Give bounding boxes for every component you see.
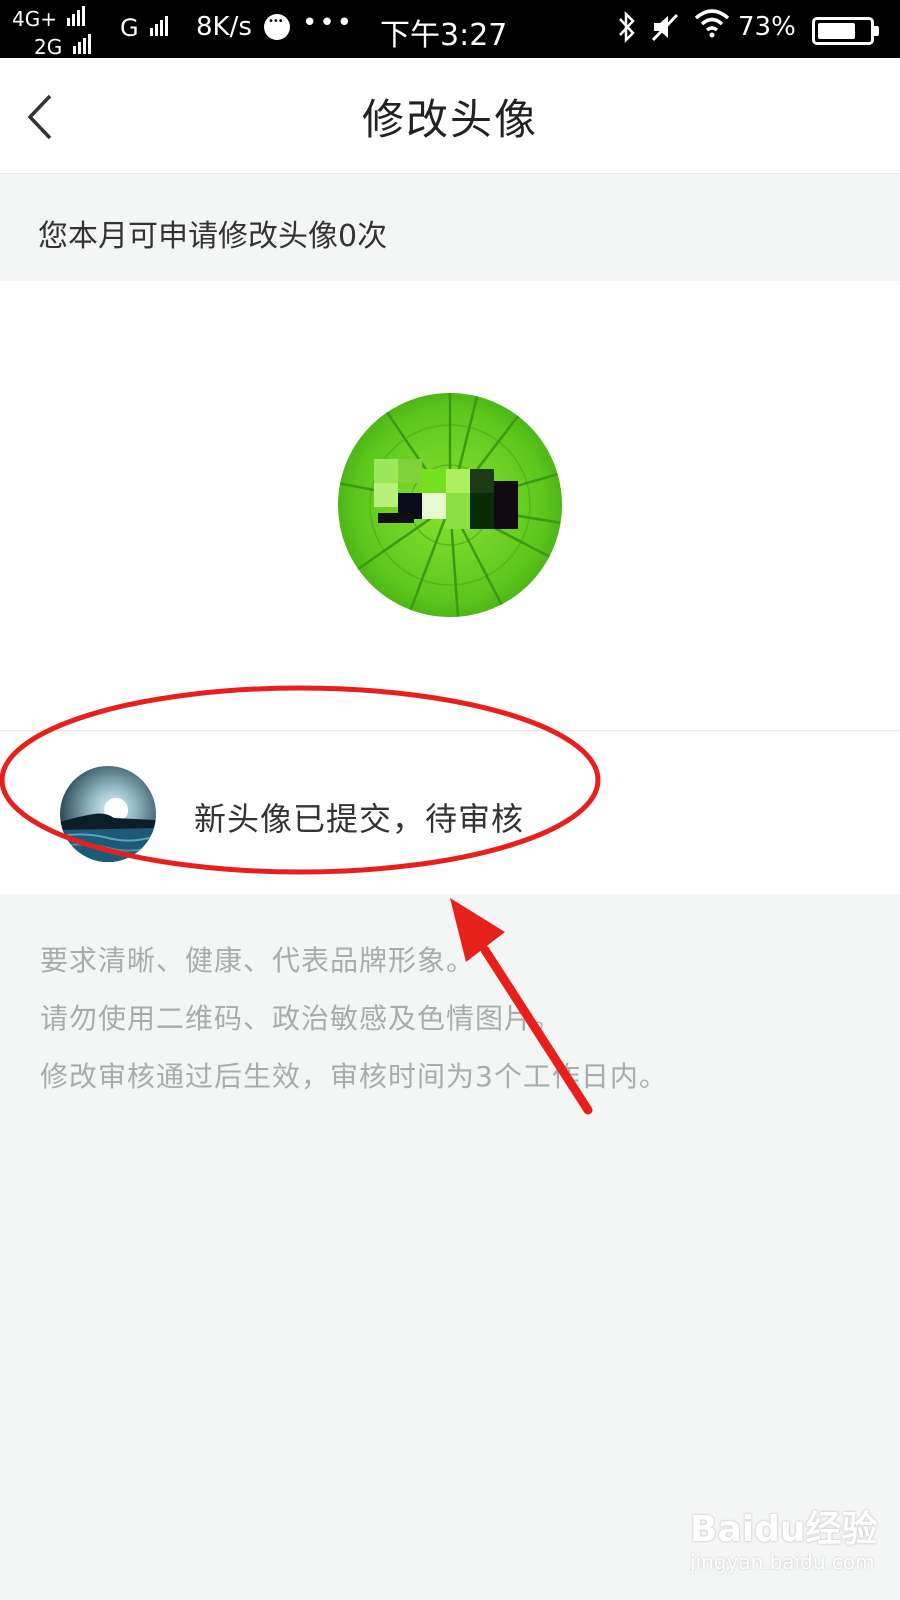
requirement-line: 修改审核通过后生效，审核时间为3个工作日内。 — [40, 1060, 668, 1093]
baidu-watermark: Baidu经验 jingyan.baidu.com — [690, 1500, 890, 1580]
battery-percent: 73% — [738, 12, 796, 42]
current-avatar[interactable] — [338, 393, 562, 617]
network-g-label: G — [120, 14, 139, 42]
signal-bars-icon — [150, 14, 170, 42]
pending-avatar-row: 新头像已提交，待审核 — [0, 732, 900, 894]
navigation-bar: 修改头像 — [0, 58, 900, 174]
avatar-requirements: 要求清晰、健康、代表品牌形象。 请勿使用二维码、政治敏感及色情图片。 修改审核通… — [40, 932, 880, 1106]
pending-status-text: 新头像已提交，待审核 — [194, 800, 525, 838]
requirement-line: 请勿使用二维码、政治敏感及色情图片。 — [40, 1002, 563, 1035]
watermark-brand: Baidu经验 — [690, 1509, 878, 1550]
network-indicator: 4G+ 2G — [12, 6, 91, 59]
more-notifications-icon: ••• — [302, 8, 355, 38]
current-avatar-section — [0, 281, 900, 731]
network-4g-label: 4G+ — [12, 7, 57, 31]
page-title: 修改头像 — [361, 95, 538, 144]
network-speed: 8K/s — [196, 12, 252, 42]
bluetooth-icon — [616, 10, 638, 51]
battery-fill — [818, 23, 855, 39]
signal-bars-icon — [67, 6, 87, 31]
requirement-line: 要求清晰、健康、代表品牌形象。 — [40, 944, 476, 977]
wifi-icon — [694, 8, 730, 45]
quota-notice: 您本月可申请修改头像0次 — [0, 175, 900, 281]
mute-icon — [650, 12, 680, 49]
network-g-indicator: G — [120, 14, 170, 42]
quota-text: 您本月可申请修改头像0次 — [38, 219, 388, 254]
network-2g-label: 2G — [34, 35, 63, 59]
status-bar: 4G+ 2G G 8K/s ••• 下午3:27 73% — [0, 0, 900, 59]
pending-avatar — [60, 766, 156, 862]
battery-icon — [812, 17, 879, 45]
clock: 下午3:27 — [380, 18, 508, 53]
watermark-url: jingyan.baidu.com — [690, 1550, 875, 1574]
message-notification-icon — [264, 14, 290, 40]
signal-bars-icon — [72, 34, 93, 59]
